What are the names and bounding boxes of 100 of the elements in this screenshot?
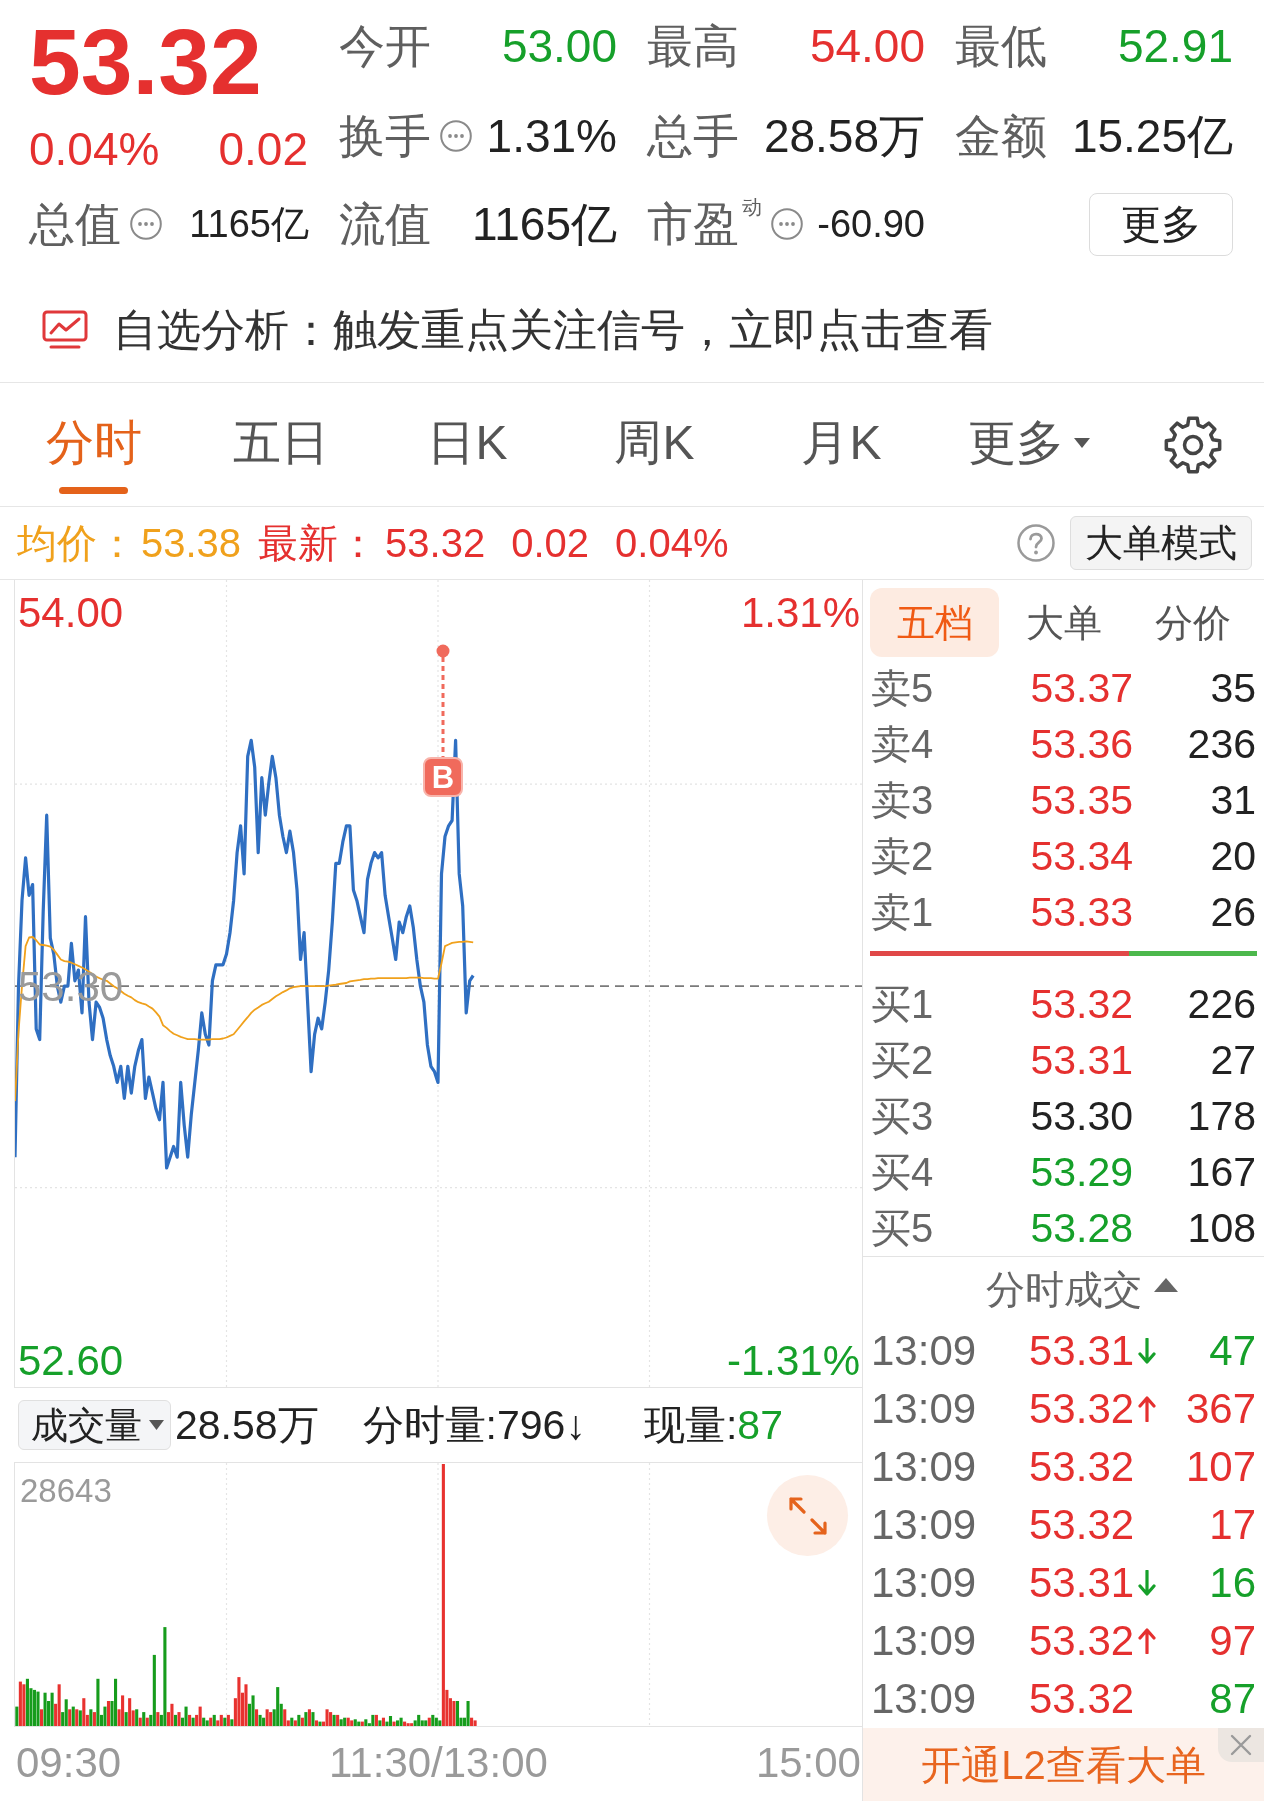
up-arrow-icon	[1137, 1628, 1158, 1654]
order-level-label: 买3	[871, 1096, 935, 1136]
order-volume: 20	[1209, 835, 1256, 877]
trade-volume: 16	[1208, 1562, 1256, 1604]
chart-monitor-icon	[42, 310, 88, 350]
order-level-label: 卖5	[871, 668, 935, 708]
current-volume-label: 现量:	[643, 1404, 738, 1446]
latest-price-value: 53.32	[385, 523, 486, 563]
stat-label: 金额	[955, 113, 1047, 159]
down-arrow-icon	[1137, 1570, 1158, 1596]
order-price: 53.35	[1029, 779, 1133, 821]
latest-change-percent: 0.04%	[615, 523, 729, 563]
order-price: 53.28	[1029, 1207, 1133, 1249]
annotation: B	[431, 760, 455, 795]
chart-tab[interactable]: 周K	[561, 383, 748, 506]
chart-tab[interactable]: 五日	[187, 383, 374, 506]
trade-volume: 367	[1184, 1388, 1256, 1430]
order-volume: 178	[1186, 1095, 1256, 1137]
order-volume: 27	[1209, 1039, 1256, 1081]
close-button[interactable]	[1218, 1728, 1264, 1762]
stat-value: 54.00	[809, 22, 925, 69]
minute-volume-text: 分时量:796↓	[362, 1404, 586, 1446]
stat-value: 52.91	[1117, 22, 1233, 69]
tab-underline	[59, 487, 128, 494]
trade-volume: 107	[1184, 1446, 1256, 1488]
average-price-label: 均价：	[17, 523, 137, 563]
trade-time: 13:09	[871, 1446, 978, 1488]
order-volume: 26	[1209, 891, 1256, 933]
trade-time: 13:09	[871, 1678, 978, 1720]
trade-volume: 97	[1208, 1620, 1256, 1662]
more-button[interactable]: 更多	[1089, 192, 1233, 256]
triangle-icon	[1153, 1277, 1178, 1292]
ellipsis-circle-icon[interactable]	[771, 208, 803, 240]
chart-tab[interactable]: 日K	[374, 383, 561, 506]
order-price: 53.34	[1029, 835, 1133, 877]
stat-label: 最低	[955, 22, 1047, 69]
order-level-label: 买1	[871, 984, 935, 1024]
trade-price: 53.32	[1029, 1504, 1135, 1546]
trade-time: 13:09	[871, 1504, 978, 1546]
order-price: 53.33	[1029, 891, 1133, 933]
caret-icon	[149, 1420, 164, 1430]
time-axis-label: 11:30/13:00	[329, 1742, 548, 1784]
current-price: 53.32	[29, 16, 263, 109]
order-volume: 35	[1209, 667, 1256, 709]
stat-label: 流值	[339, 201, 431, 247]
chart-tab[interactable]: 更多	[935, 383, 1122, 506]
stat-label: 总值	[29, 201, 121, 247]
percent-axis-label: -1.31%	[726, 1337, 860, 1385]
order-level-label: 买2	[871, 1040, 935, 1080]
order-level-label: 买4	[871, 1152, 935, 1192]
settings-icon[interactable]	[1164, 415, 1222, 474]
trades-title: 分时成交	[985, 1270, 1142, 1309]
down-arrow-icon	[1137, 1338, 1158, 1364]
trade-volume: 17	[1208, 1504, 1256, 1546]
average-price-value: 53.38	[141, 523, 242, 563]
time-axis-label: 09:30	[16, 1742, 122, 1784]
trade-price: 53.31	[1029, 1330, 1135, 1372]
ellipsis-circle-icon[interactable]	[130, 208, 162, 240]
total-volume-text: 28.58万	[175, 1404, 319, 1446]
stat-label: 今开	[339, 22, 431, 69]
trade-time: 13:09	[871, 1620, 978, 1662]
volume-selector[interactable]: 成交量	[18, 1400, 171, 1450]
stat-label: 总手	[647, 113, 739, 159]
current-volume-value: 87	[737, 1404, 783, 1446]
order-price: 53.31	[1029, 1039, 1133, 1081]
order-volume: 108	[1186, 1207, 1256, 1249]
time-axis-label: 15:00	[755, 1742, 861, 1784]
percent-axis-label: 1.31%	[740, 589, 860, 637]
stat-label: 最高	[647, 22, 739, 69]
stat-value: -60.90	[817, 205, 925, 243]
change-percent: 0.04%	[29, 126, 160, 172]
trade-price: 53.32	[1029, 1388, 1135, 1430]
stat-value: 53.00	[501, 22, 617, 69]
order-price: 53.36	[1029, 723, 1133, 765]
order-volume: 31	[1209, 779, 1256, 821]
order-price: 53.30	[1029, 1095, 1133, 1137]
trade-time: 13:09	[871, 1330, 978, 1372]
trade-price: 53.32	[1029, 1446, 1135, 1488]
chart-tab[interactable]: 月K	[748, 383, 935, 506]
trade-volume: 87	[1208, 1678, 1256, 1720]
latest-price-label: 最新：	[258, 523, 379, 563]
order-price: 53.37	[1029, 667, 1133, 709]
trade-volume: 47	[1208, 1330, 1256, 1372]
signal-alert-link[interactable]: 自选分析：触发重点关注信号，立即点击查看	[113, 308, 993, 352]
axis-label: 28643	[20, 1472, 112, 1509]
stat-value: 1165亿	[472, 201, 617, 247]
order-volume: 226	[1186, 983, 1256, 1025]
order-price: 53.29	[1029, 1151, 1133, 1193]
order-level-label: 卖1	[871, 892, 935, 932]
latest-change-value: 0.02	[511, 523, 590, 563]
stat-value: 1.31%	[486, 113, 617, 159]
ellipsis-circle-icon[interactable]	[440, 120, 472, 152]
trade-price: 53.32	[1029, 1678, 1135, 1720]
stat-value: 28.58万	[763, 113, 925, 159]
trade-price: 53.32	[1029, 1620, 1135, 1662]
axis-label: 54.00	[18, 589, 124, 637]
help-icon[interactable]	[1017, 524, 1055, 562]
order-level-label: 卖4	[871, 724, 935, 764]
big-order-mode-button[interactable]: 大单模式	[1070, 516, 1252, 570]
trade-price: 53.31	[1029, 1562, 1135, 1604]
